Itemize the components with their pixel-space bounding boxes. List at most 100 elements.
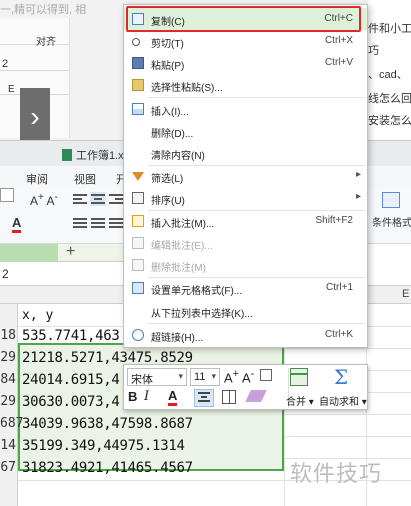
sum-icon[interactable]: Σ (334, 367, 348, 387)
document-title: 工作簿1.xl (76, 150, 127, 162)
add-sheet-icon[interactable]: + (66, 244, 75, 260)
hyperlink-icon (132, 329, 144, 341)
menu-item-shortcut: Ctrl+1 (326, 282, 353, 293)
menu-item-insert-comment[interactable]: 插入批注(M)... Shift+F2 (124, 210, 367, 232)
context-menu: 复制(C) Ctrl+C 剪切(T) Ctrl+X 粘贴(P) Ctrl+V 选… (123, 4, 368, 348)
italic-icon[interactable]: I (144, 389, 149, 404)
data-cell[interactable]: 34039.9638,47598.8687 (22, 416, 193, 432)
align-left-icon[interactable] (72, 192, 88, 206)
font-name-dropdown[interactable]: 宋体 ▾ (127, 368, 187, 386)
autosum-label: 自动求和 (319, 397, 359, 408)
document-tab[interactable]: 工作簿1.xl (62, 147, 126, 163)
menu-item-shortcut: Ctrl+X (324, 35, 353, 46)
menu-item-label: 删除批注(M) (151, 263, 206, 274)
chevron-right-icon: ▸ (355, 169, 361, 180)
menu-item-filter[interactable]: 筛选(L) ▸ (124, 165, 367, 187)
align-center-icon[interactable] (90, 192, 106, 206)
copy-highlight-box (126, 6, 361, 32)
font-size-dropdown[interactable] (0, 188, 14, 202)
insert-icon (132, 103, 144, 115)
watermark: 软件技巧 (290, 461, 383, 486)
row-number[interactable]: 29 (0, 350, 18, 365)
menu-item-shortcut: Ctrl+K (324, 329, 353, 340)
chevron-down-icon: ▾ (211, 371, 216, 381)
data-cell[interactable]: 24014.6915,4 (22, 372, 120, 388)
delete-comment-icon (132, 259, 144, 271)
menu-item-label: 删除(D)... (151, 129, 194, 140)
cell-header[interactable]: x, y (22, 308, 53, 323)
right-text-line: 、cad、 (368, 69, 408, 81)
align-right-icon[interactable] (108, 192, 124, 206)
merge-icon[interactable] (290, 368, 308, 386)
format-cells-icon (132, 282, 144, 294)
menu-item-label: 编辑批注(E)... (151, 241, 213, 252)
eraser-icon[interactable] (245, 390, 267, 402)
align-center-icon[interactable] (194, 389, 214, 407)
menu-item-label: 插入批注(M)... (151, 219, 215, 230)
mini-toolbar: 宋体 ▾ 11 ▾ A+ A- B I A 合并 ▾ Σ 自动求和 ▾ (123, 364, 368, 410)
menu-item-format-cells[interactable]: 设置单元格格式(F)... Ctrl+1 (124, 277, 367, 299)
tab-view[interactable]: 视图 (74, 171, 96, 187)
font-color-icon[interactable]: A (168, 389, 178, 406)
menu-item-shortcut: Shift+F2 (315, 215, 353, 226)
background-name-box: 2 (2, 58, 9, 70)
align-bottom-icon[interactable] (108, 216, 124, 230)
align-top-icon[interactable] (72, 216, 88, 230)
font-grow-icon[interactable]: A+ A- (30, 192, 58, 208)
divider (0, 70, 70, 71)
menu-item-edit-comment: 编辑批注(E)... (124, 232, 367, 254)
row-number[interactable]: 84 (0, 372, 18, 387)
column-e-header[interactable]: E (402, 288, 409, 300)
next-arrow-icon[interactable]: › (20, 88, 50, 140)
format-painter-icon[interactable] (260, 369, 272, 381)
filter-icon (132, 172, 144, 181)
sheet-tab[interactable] (0, 244, 58, 262)
menu-item-paste-special[interactable]: 选择性粘贴(S)... (124, 74, 367, 96)
menu-item-clear-contents[interactable]: 清除内容(N) (124, 142, 367, 164)
divider (0, 44, 70, 45)
font-color-icon[interactable]: A (12, 216, 22, 233)
background-right-text: 件和小工具 巧 、cad、 线怎么回 安装怎么 (368, 0, 411, 150)
menu-item-cut[interactable]: 剪切(T) Ctrl+X (124, 30, 367, 52)
data-cell[interactable]: 535.7741,463 (22, 328, 120, 344)
font-grow-icon[interactable]: A+ (224, 368, 239, 385)
border-icon[interactable] (222, 390, 236, 404)
menu-item-label: 排序(U) (151, 196, 185, 207)
right-text-line: 线怎么回 (368, 93, 411, 105)
row-number[interactable]: 67 (0, 460, 18, 475)
merge-label: 合并 (286, 397, 306, 408)
row-number[interactable]: 29 (0, 394, 18, 409)
bold-icon[interactable]: B (128, 389, 137, 404)
align-middle-icon[interactable] (90, 216, 106, 230)
cut-icon (132, 38, 140, 46)
menu-item-label: 从下拉列表中选择(K)... (151, 309, 253, 320)
font-shrink-icon[interactable]: A- (242, 368, 254, 385)
sort-icon (132, 192, 144, 204)
menu-item-delete[interactable]: 删除(D)... (124, 120, 367, 142)
data-cell[interactable]: 35199.349,44975.1314 (22, 438, 185, 454)
autosum-button[interactable]: 自动求和 ▾ (319, 393, 367, 408)
data-cell[interactable]: 31823.4921,41465.4567 (22, 460, 193, 476)
comment-icon (132, 215, 144, 227)
conditional-format-icon[interactable] (382, 192, 400, 208)
menu-item-pick-from-list[interactable]: 从下拉列表中选择(K)... (124, 300, 367, 322)
row-number[interactable]: 14 (0, 438, 18, 453)
merge-button[interactable]: 合并 ▾ (286, 393, 314, 408)
menu-item-sort[interactable]: 排序(U) ▸ (124, 187, 367, 209)
menu-item-insert[interactable]: 插入(I)... (124, 98, 367, 120)
background-col-e: E (8, 84, 15, 95)
conditional-format-button[interactable]: 条件格式 (372, 214, 411, 229)
data-cell[interactable]: 30630.0073,4 (22, 394, 120, 410)
menu-item-hyperlink[interactable]: 超链接(H)... Ctrl+K (124, 324, 367, 346)
menu-item-label: 超链接(H)... (151, 333, 204, 344)
menu-item-paste[interactable]: 粘贴(P) Ctrl+V (124, 52, 367, 74)
font-size-dropdown[interactable]: 11 ▾ (190, 368, 220, 386)
menu-item-label: 设置单元格格式(F)... (151, 286, 243, 297)
row-number[interactable]: 18 (0, 328, 18, 343)
chevron-right-icon: ▸ (355, 191, 361, 202)
name-box[interactable]: 2 (2, 267, 9, 281)
tab-review[interactable]: 审阅 (26, 171, 48, 187)
paste-icon (132, 57, 144, 69)
row-number[interactable]: 687 (0, 416, 23, 431)
menu-item-label: 清除内容(N) (151, 151, 205, 162)
